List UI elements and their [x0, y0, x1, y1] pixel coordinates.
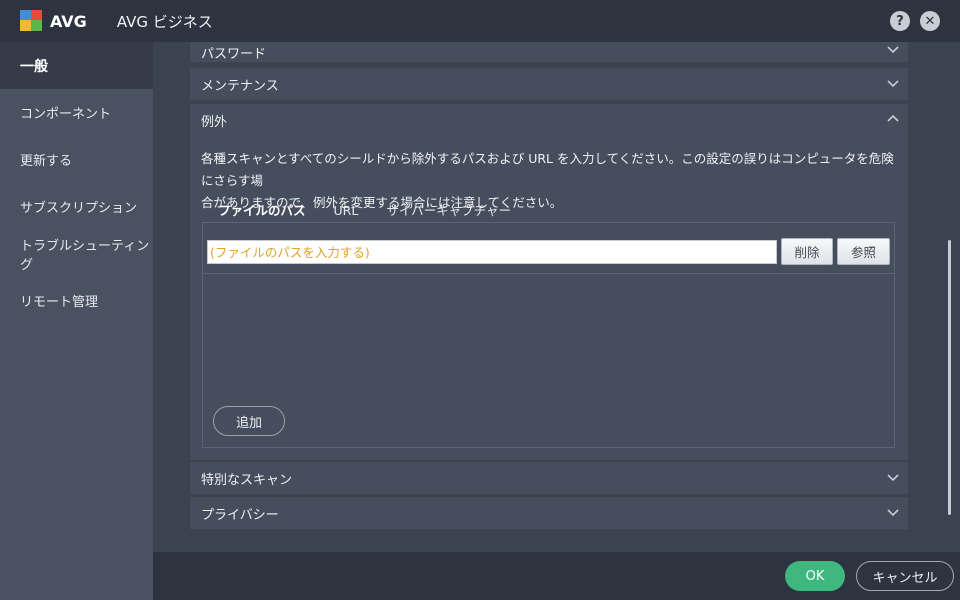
section-privacy-label: プライバシー	[201, 507, 279, 523]
section-password-label: パスワード	[201, 46, 267, 62]
section-special-scan[interactable]: 特別なスキャン	[190, 462, 908, 494]
avg-logo-icon	[20, 10, 46, 32]
footer-bar: OK キャンセル	[153, 552, 960, 600]
sidebar-item-general[interactable]: 一般	[0, 42, 153, 89]
scrollbar-thumb[interactable]	[948, 240, 951, 515]
brand-name: AVG	[50, 11, 87, 31]
chevron-down-icon	[887, 474, 899, 482]
section-password[interactable]: パスワード	[190, 42, 908, 62]
title-bar: AVG AVG ビジネス ? ✕	[0, 0, 960, 42]
file-paths-panel: 削除 参照 追加	[202, 222, 895, 448]
settings-content: パスワード メンテナンス 例外 各種スキャンとすべてのシールドから除外するパスお…	[153, 42, 960, 552]
help-button[interactable]: ?	[890, 11, 910, 31]
chevron-down-icon	[887, 80, 899, 88]
sidebar: 一般 コンポーネント 更新する サブスクリプション トラブルシューティング リモ…	[0, 42, 153, 600]
close-button[interactable]: ✕	[920, 11, 940, 31]
chevron-down-icon	[887, 509, 899, 517]
sidebar-item-update[interactable]: 更新する	[0, 136, 153, 183]
chevron-down-icon	[887, 46, 899, 54]
tab-url[interactable]: URL	[320, 199, 373, 223]
browse-button[interactable]: 参照	[837, 238, 890, 265]
chevron-up-icon	[887, 114, 899, 122]
app-title: AVG ビジネス	[116, 12, 213, 31]
exceptions-description-line1: 各種スキャンとすべてのシールドから除外するパスおよび URL を入力してください…	[201, 151, 894, 188]
sidebar-item-components[interactable]: コンポーネント	[0, 89, 153, 136]
section-maintenance-label: メンテナンス	[201, 78, 279, 94]
section-privacy[interactable]: プライバシー	[190, 497, 908, 529]
section-exceptions-label: 例外	[201, 114, 228, 130]
delete-button[interactable]: 削除	[781, 238, 833, 265]
section-exceptions-header[interactable]: 例外	[190, 104, 908, 136]
add-button[interactable]: 追加	[213, 406, 285, 436]
section-maintenance[interactable]: メンテナンス	[190, 68, 908, 100]
sidebar-item-remote-management[interactable]: リモート管理	[0, 277, 153, 324]
sidebar-item-troubleshooting[interactable]: トラブルシューティング	[0, 230, 153, 277]
ok-button[interactable]: OK	[785, 561, 845, 591]
avg-logo: AVG	[20, 10, 87, 32]
cancel-button[interactable]: キャンセル	[856, 561, 954, 591]
exceptions-tabs: ファイルのパス URL サイバーキャプチャー	[204, 199, 525, 223]
sidebar-item-subscription[interactable]: サブスクリプション	[0, 183, 153, 230]
section-exceptions: 例外 各種スキャンとすべてのシールドから除外するパスおよび URL を入力してく…	[190, 104, 908, 460]
tab-file-paths[interactable]: ファイルのパス	[204, 199, 320, 223]
file-path-input[interactable]	[207, 240, 777, 264]
tab-cybercapture[interactable]: サイバーキャプチャー	[372, 199, 525, 223]
path-entry-row: 削除 参照	[203, 223, 894, 274]
section-special-scan-label: 特別なスキャン	[201, 472, 293, 488]
